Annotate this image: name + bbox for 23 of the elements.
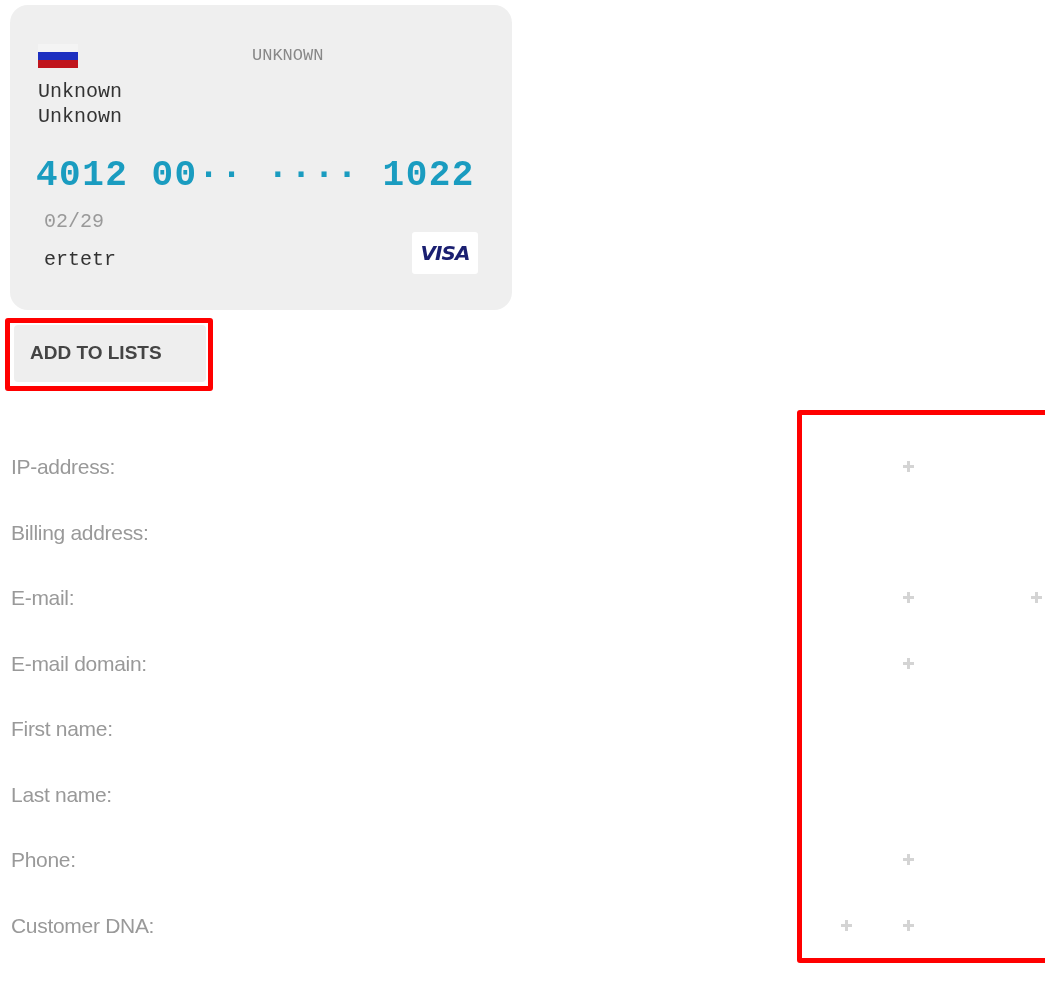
card-scheme: UNKNOWN [252,45,324,68]
add-icon[interactable] [1030,592,1042,604]
cardholder-info: Unknown [38,104,123,129]
field-label: IP-address: [10,454,117,480]
cardholder-info: Unknown [38,79,123,104]
field-label: E-mail: [10,585,76,611]
card-brand-logo: VISA [412,232,478,274]
field-label: Last name: [10,781,113,808]
field-label: E-mail domain: [10,650,148,677]
field-label: First name: [10,716,114,742]
add-icon[interactable] [840,919,852,931]
card-holder: ertetr [44,247,116,273]
add-icon[interactable] [902,657,914,669]
card-number: 4012 00·· ···· 1022 [36,155,476,197]
field-label: Phone: [10,847,77,873]
add-icon[interactable] [902,919,914,931]
add-icon[interactable] [902,854,914,866]
add-to-lists-button[interactable]: ADD TO LISTS [14,325,206,382]
add-icon[interactable] [902,592,914,604]
card-expiry: 02/29 [44,209,105,235]
field-label: Customer DNA: [10,912,156,939]
field-label: Billing address: [10,519,150,546]
add-icon[interactable] [902,461,914,473]
